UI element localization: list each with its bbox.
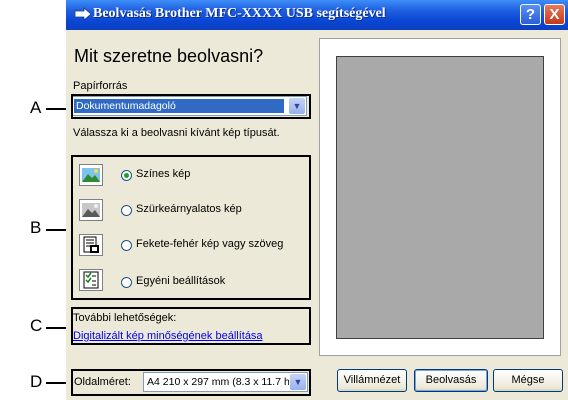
instruction-text: Válassza ki a beolvasni kívánt kép típus… bbox=[73, 127, 280, 139]
callout-c-frame bbox=[71, 307, 311, 345]
scanner-arrow-icon bbox=[74, 7, 92, 21]
callout-c: C bbox=[30, 316, 43, 335]
page-title: Mit szeretne beolvasni? bbox=[74, 46, 264, 66]
callout-d: D bbox=[30, 372, 43, 391]
help-button[interactable]: ? bbox=[520, 4, 541, 25]
title-bar[interactable]: Beolvasás Brother MFC-XXXX USB segítségé… bbox=[66, 0, 568, 30]
callout-a: A bbox=[30, 98, 42, 117]
close-button[interactable]: X bbox=[544, 4, 565, 25]
callout-d-frame bbox=[71, 369, 311, 396]
preview-pane bbox=[319, 38, 561, 356]
scan-button[interactable]: Beolvasás bbox=[414, 369, 488, 392]
window-title: Beolvasás Brother MFC-XXXX USB segítségé… bbox=[93, 6, 386, 21]
callout-a-frame bbox=[71, 94, 311, 119]
preview-page bbox=[336, 56, 544, 339]
cancel-button[interactable]: Mégse bbox=[493, 369, 563, 392]
callout-b: B bbox=[30, 218, 42, 237]
preview-button[interactable]: Villámnézet bbox=[337, 369, 407, 392]
callout-b-frame bbox=[71, 155, 311, 300]
paper-source-label: Papírforrás bbox=[73, 80, 128, 92]
